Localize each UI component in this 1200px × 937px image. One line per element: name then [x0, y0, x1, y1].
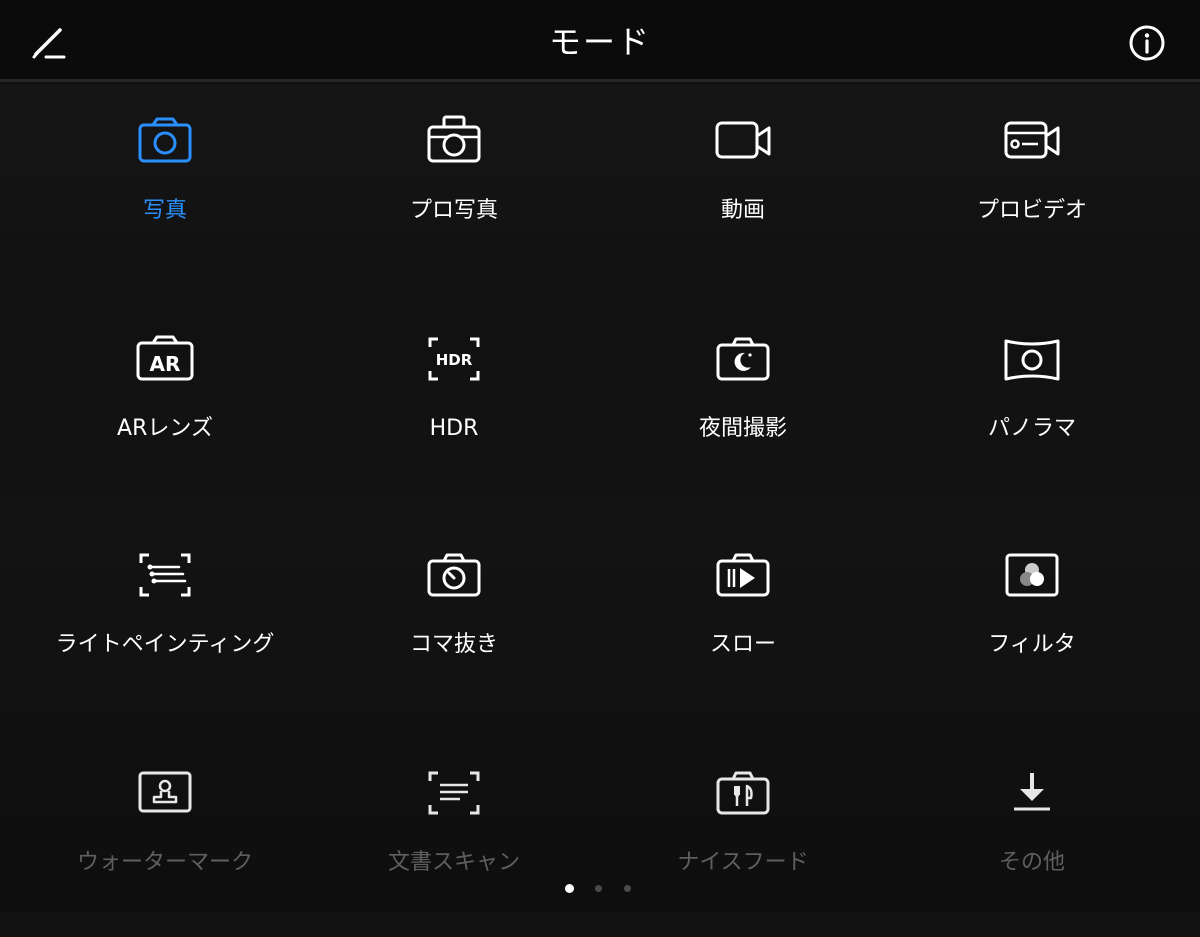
page-dot-active[interactable] [565, 884, 574, 893]
mode-label: 夜間撮影 [698, 416, 787, 441]
video-camera-icon [715, 121, 771, 159]
food-icon [716, 771, 770, 815]
ar-lens-icon: AR [136, 335, 194, 381]
svg-text:HDR: HDR [436, 351, 473, 369]
mode-filter[interactable]: フィルタ [882, 519, 1182, 719]
mode-label: パノラマ [987, 416, 1076, 441]
mode-label: 文書スキャン [387, 850, 520, 875]
night-mode-icon [716, 337, 770, 381]
slow-motion-icon [716, 553, 770, 597]
page-dot[interactable] [624, 885, 631, 892]
watermark-icon [138, 771, 192, 813]
mode-label: 写真 [142, 198, 187, 223]
mode-grid: 写真 プロ写真 動画 プロビデオ AR ARレンズ HDR HDR 夜間撮影 パ… [0, 85, 1200, 912]
mode-label: プロビデオ [976, 198, 1087, 223]
info-button[interactable] [1126, 22, 1168, 64]
page-indicator [560, 882, 640, 896]
mode-more[interactable]: その他 [882, 737, 1182, 937]
mode-slow-motion[interactable]: スロー [593, 519, 893, 719]
light-painting-icon [139, 553, 191, 597]
mode-food[interactable]: ナイスフード [593, 737, 893, 937]
time-lapse-icon [427, 553, 481, 597]
pro-video-icon [1004, 121, 1060, 159]
filter-icon [1005, 553, 1059, 597]
mode-photo[interactable]: 写真 [15, 85, 315, 285]
mode-video[interactable]: 動画 [593, 85, 893, 285]
mode-label: ライトペインティング [55, 632, 275, 657]
top-bar: モード [0, 0, 1200, 82]
mode-night[interactable]: 夜間撮影 [593, 303, 893, 503]
download-more-icon [1014, 773, 1050, 811]
mode-pro-photo[interactable]: プロ写真 [304, 85, 604, 285]
mode-document-scan[interactable]: 文書スキャン [304, 737, 604, 937]
hdr-icon: HDR [428, 337, 480, 381]
mode-watermark[interactable]: ウォーターマーク [15, 737, 315, 937]
svg-text:AR: AR [150, 352, 181, 376]
mode-label: ウォーターマーク [76, 850, 253, 875]
mode-light-painting[interactable]: ライトペインティング [15, 519, 315, 719]
mode-hdr[interactable]: HDR HDR [304, 303, 604, 503]
mode-label: スロー [709, 632, 776, 657]
mode-label: その他 [998, 850, 1065, 875]
mode-label: フィルタ [988, 632, 1076, 657]
panorama-icon [1004, 339, 1060, 381]
mode-ar-lens[interactable]: AR ARレンズ [15, 303, 315, 503]
pro-camera-icon [427, 115, 481, 163]
mode-label: ARレンズ [117, 416, 213, 441]
mode-label: ナイスフード [677, 850, 809, 875]
mode-label: プロ写真 [409, 198, 498, 223]
mode-time-lapse[interactable]: コマ抜き [304, 519, 604, 719]
mode-label: HDR [429, 416, 479, 441]
camera-icon [138, 117, 192, 163]
mode-label: コマ抜き [409, 632, 498, 657]
info-icon [1129, 25, 1165, 61]
page-dot[interactable] [595, 885, 602, 892]
document-scan-icon [428, 771, 480, 815]
page-title: モード [548, 23, 651, 61]
mode-label: 動画 [720, 198, 765, 223]
mode-pro-video[interactable]: プロビデオ [882, 85, 1182, 285]
mode-panorama[interactable]: パノラマ [882, 303, 1182, 503]
